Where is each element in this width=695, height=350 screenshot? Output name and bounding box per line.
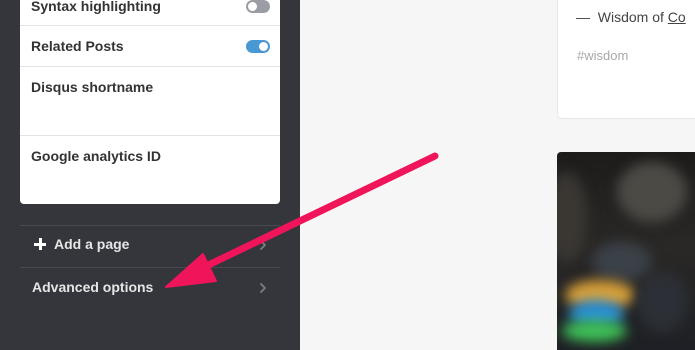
setting-related-posts: Related Posts (20, 26, 280, 67)
setting-syntax-highlighting: Syntax highlighting (20, 0, 280, 26)
syntax-highlighting-toggle[interactable] (246, 0, 270, 13)
setting-disqus-shortname[interactable]: Disqus shortname (20, 67, 280, 136)
quote-source-text: Wisdom of (597, 9, 664, 25)
image-post-card[interactable] (557, 152, 695, 350)
google-analytics-label: Google analytics ID (31, 148, 161, 164)
advanced-options-button[interactable]: Advanced options (20, 271, 280, 311)
chevron-right-icon (260, 240, 266, 250)
photo-blur-region (557, 172, 587, 262)
add-page-button[interactable]: Add a page (20, 228, 280, 268)
related-posts-toggle[interactable] (246, 40, 270, 53)
syntax-highlighting-label: Syntax highlighting (31, 0, 161, 14)
related-posts-label: Related Posts (31, 38, 124, 54)
advanced-options-label: Advanced options (32, 279, 154, 295)
quote-attribution: — Wisdom of Co (576, 9, 686, 25)
setting-google-analytics[interactable]: Google analytics ID (20, 136, 280, 204)
quote-source-link[interactable]: Co (668, 9, 686, 25)
quote-post-card[interactable]: — Wisdom of Co #wisdom (557, 0, 695, 119)
chevron-right-icon (260, 283, 266, 293)
settings-sidebar: Syntax highlighting Related Posts Disqus… (0, 0, 300, 350)
add-page-label: Add a page (54, 236, 130, 252)
post-tag[interactable]: #wisdom (577, 48, 628, 63)
sidebar-divider (20, 267, 280, 268)
photo-blur-region (562, 320, 627, 342)
sidebar-divider (20, 225, 280, 226)
photo-blur-region (637, 272, 687, 332)
quote-dash: — (576, 9, 590, 25)
photo-blur-region (617, 162, 687, 222)
blog-settings-screen: Syntax highlighting Related Posts Disqus… (0, 0, 695, 350)
toggle-knob (248, 2, 257, 11)
disqus-shortname-label: Disqus shortname (31, 79, 154, 95)
settings-card: Syntax highlighting Related Posts Disqus… (20, 0, 280, 204)
toggle-knob (259, 42, 268, 51)
photo-blur-region (592, 242, 652, 282)
plus-icon (34, 238, 46, 250)
